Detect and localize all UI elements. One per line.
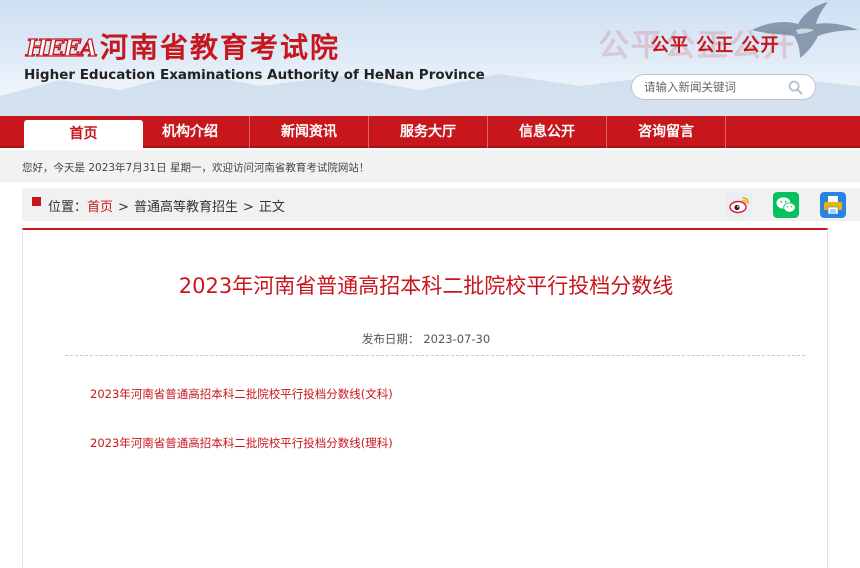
article-container: 2023年河南省普通高招本科二批院校平行投档分数线 发布日期： 2023-07-3… <box>22 228 828 568</box>
nav-item-home[interactable]: 首页 <box>24 120 143 148</box>
breadcrumb-separator: > <box>118 200 129 215</box>
nav-item-news[interactable]: 新闻资讯 <box>250 116 369 148</box>
welcome-text: 您好，今天是 2023年7月31日 星期一，欢迎访问河南省教育考试院网站！ <box>22 162 370 174</box>
logo-mark: HEEA <box>25 35 98 62</box>
breadcrumb-current: 正文 <box>258 200 285 215</box>
welcome-bar: 您好，今天是 2023年7月31日 星期一，欢迎访问河南省教育考试院网站！ <box>0 150 860 182</box>
publish-date: 发布日期： 2023-07-30 <box>23 331 829 347</box>
publish-date-label: 发布日期： <box>361 332 420 346</box>
logo-chinese-name: 河南省教育考试院 <box>100 31 341 64</box>
breadcrumb-prefix: 位置： <box>48 200 88 215</box>
wechat-icon[interactable] <box>773 192 799 218</box>
eagle-icon <box>752 2 858 58</box>
nav-item-services[interactable]: 服务大厅 <box>369 116 488 148</box>
breadcrumb-section[interactable]: 普通高等教育招生 <box>134 200 238 215</box>
print-icon[interactable] <box>820 192 846 218</box>
breadcrumb-home-link[interactable]: 首页 <box>87 200 113 215</box>
nav-item-about[interactable]: 机构介绍 <box>131 116 250 148</box>
nav-item-disclosure[interactable]: 信息公开 <box>488 116 607 148</box>
main-nav: 首页 机构介绍 新闻资讯 服务大厅 信息公开 咨询留言 <box>0 116 860 148</box>
breadcrumb-marker-icon <box>32 197 41 206</box>
publish-date-value: 2023-07-30 <box>423 332 491 346</box>
article-divider <box>65 355 805 356</box>
search-input[interactable] <box>644 78 784 96</box>
logo-english-name: Higher Education Examinations Authority … <box>24 67 485 83</box>
weibo-icon[interactable] <box>726 192 752 218</box>
breadcrumb-separator: > <box>242 200 254 215</box>
article-title: 2023年河南省普通高招本科二批院校平行投档分数线 <box>178 274 674 298</box>
attachment-link-science[interactable]: 2023年河南省普通高招本科二批院校平行投档分数线(理科) <box>90 435 393 451</box>
attachment-link-arts[interactable]: 2023年河南省普通高招本科二批院校平行投档分数线(文科) <box>90 386 393 402</box>
breadcrumb-bar: 位置：首页 > 普通高等教育招生 > 正文 <box>22 188 860 221</box>
search-box <box>631 74 816 100</box>
nav-item-consult[interactable]: 咨询留言 <box>607 116 726 148</box>
search-icon[interactable] <box>788 80 803 95</box>
breadcrumb: 位置：首页 > 普通高等教育招生 > 正文 <box>48 196 285 215</box>
site-header: HEEA 河南省教育考试院 Higher Education Examinati… <box>0 0 860 116</box>
